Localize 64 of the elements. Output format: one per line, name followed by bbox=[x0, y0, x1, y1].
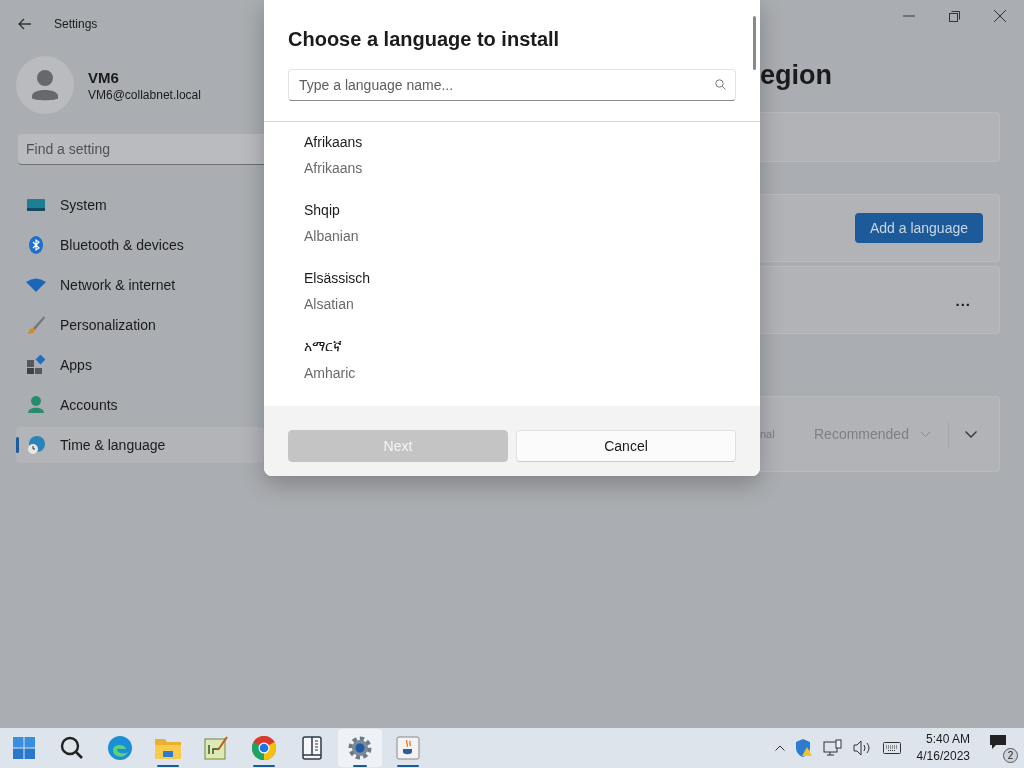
chrome-icon bbox=[252, 736, 276, 760]
clock[interactable]: 5:40 AM 4/16/2023 bbox=[916, 731, 970, 765]
page-title: egion bbox=[760, 60, 833, 92]
close-icon[interactable] bbox=[994, 10, 1006, 22]
apps-icon bbox=[26, 355, 46, 375]
search-field[interactable]: Find a setting bbox=[18, 134, 264, 165]
cancel-button[interactable]: Cancel bbox=[516, 430, 736, 462]
nav-item[interactable]: Apps bbox=[16, 347, 264, 383]
shield-warning-icon[interactable] bbox=[794, 739, 813, 757]
time-text: 5:40 AM bbox=[925, 731, 970, 748]
language-english-name: Afrikaans bbox=[304, 160, 364, 176]
browser-icon bbox=[108, 736, 132, 760]
brush-icon bbox=[26, 315, 46, 335]
wifi-icon bbox=[26, 278, 46, 292]
language-item[interactable]: Afrikaans Afrikaans bbox=[304, 128, 720, 196]
nav-item[interactable]: System bbox=[16, 187, 264, 223]
chevron-icon bbox=[920, 431, 930, 437]
language-english-name: Albanian bbox=[304, 228, 360, 244]
nav-item[interactable]: Bluetooth & devices bbox=[16, 227, 264, 263]
search-icon bbox=[60, 736, 84, 760]
avatar-icon bbox=[16, 56, 74, 114]
search-icon bbox=[715, 79, 726, 90]
message-icon bbox=[990, 735, 1006, 749]
person-icon bbox=[26, 395, 46, 415]
chevron-up-icon[interactable] bbox=[774, 745, 785, 751]
nav-item[interactable]: Accounts bbox=[16, 387, 264, 423]
language-name: Shqip bbox=[304, 202, 341, 218]
language-item[interactable]: Elsässisch Alsatian bbox=[304, 264, 720, 332]
monitor-icon bbox=[26, 197, 46, 213]
dialog-title: Choose a language to install bbox=[288, 28, 561, 51]
more-button[interactable]: ... bbox=[955, 291, 971, 309]
date-text: 4/16/2023 bbox=[916, 748, 970, 765]
settings-icon bbox=[348, 736, 372, 760]
window-title: Settings bbox=[54, 17, 98, 31]
taskbar-app[interactable] bbox=[338, 729, 382, 767]
language-item[interactable]: Shqip Albanian bbox=[304, 196, 720, 264]
bluetooth-icon bbox=[26, 235, 46, 255]
chevron-icon[interactable] bbox=[965, 430, 977, 438]
speaker-icon[interactable] bbox=[852, 740, 873, 756]
start-icon bbox=[13, 737, 35, 759]
scrollbar[interactable] bbox=[753, 16, 756, 70]
reader-icon bbox=[302, 736, 322, 760]
language-search-field[interactable]: Type a language name... bbox=[288, 69, 736, 101]
language-name: አማርኛ bbox=[304, 338, 343, 355]
network-icon[interactable] bbox=[822, 739, 843, 757]
user-email: VM6@collabnet.local bbox=[88, 87, 201, 102]
language-english-name: Alsatian bbox=[304, 296, 355, 312]
restore-icon[interactable] bbox=[949, 10, 960, 22]
user-name: VM6 bbox=[88, 68, 120, 86]
language-name: Elsässisch bbox=[304, 270, 372, 286]
language-item[interactable]: አማርኛ Amharic bbox=[304, 332, 720, 400]
coffee-cup-icon bbox=[396, 736, 420, 760]
language-name: Afrikaans bbox=[304, 134, 364, 150]
nav-item[interactable]: Network & internet bbox=[16, 267, 264, 303]
notepad-icon bbox=[204, 736, 228, 760]
nav-item[interactable]: Personalization bbox=[16, 307, 264, 343]
language-english-name: Amharic bbox=[304, 365, 357, 381]
keyboard-icon[interactable] bbox=[882, 742, 901, 754]
folder-icon bbox=[155, 737, 181, 759]
nav-item[interactable]: Time & language bbox=[16, 427, 264, 463]
back-icon[interactable] bbox=[18, 18, 32, 30]
notification-count: 2 bbox=[1003, 748, 1018, 763]
globe-clock-icon bbox=[26, 435, 46, 455]
add-language-button[interactable]: Add a language bbox=[854, 213, 983, 243]
